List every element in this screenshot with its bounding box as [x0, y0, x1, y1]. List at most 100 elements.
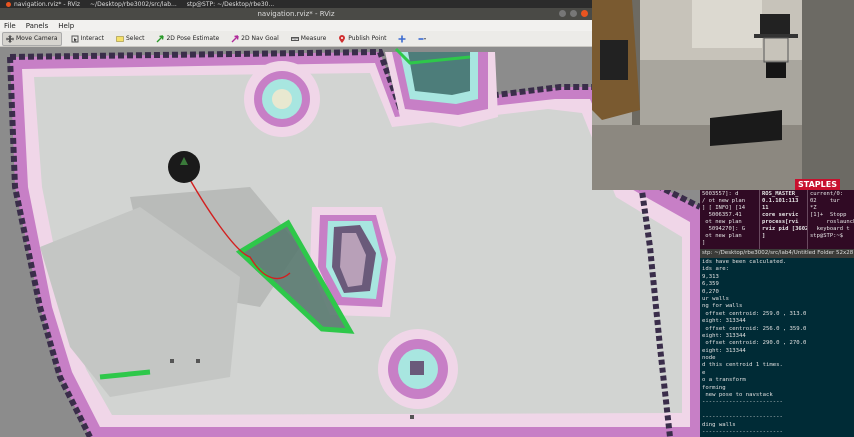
remove-tool-icon [418, 37, 427, 40]
camera-feed [592, 0, 854, 190]
taskbar-item-rviz[interactable]: navigation.rviz* - RViz [6, 1, 80, 8]
terminal-line: offset centroid: 290.0 , 270.0 [702, 340, 807, 347]
taskbar-item-files[interactable]: ~/Desktop/rbe3002/src/lab... [90, 1, 177, 8]
move-camera-tool[interactable]: Move Camera [2, 31, 62, 46]
terminal-line: [1]+ Stopp [810, 212, 847, 218]
terminal-line: o a transform [702, 377, 746, 384]
terminal-line: new pose to navstack [702, 392, 773, 399]
rviz-toolbar: Move Camera Interact Select 2D Pose Esti… [0, 31, 592, 47]
publish-point-tool[interactable]: Publish Point [335, 33, 389, 45]
terminal-top: 5003557]: d / ot new plan ] [ INFO] [14 … [700, 190, 854, 249]
terminal-line: 02 tur [810, 198, 840, 204]
terminal-line: rviz pid [3602 [762, 226, 808, 232]
taskbar-label: navigation.rviz* - RViz [14, 0, 81, 8]
ubuntu-icon [6, 1, 11, 7]
terminal-line: offset centroid: 259.0 , 313.0 [702, 310, 807, 317]
add-tool-button[interactable] [395, 33, 409, 45]
terminal-line: eight: 313344 [702, 332, 746, 339]
terminal-line: 5006357.41 [702, 212, 742, 218]
terminal-line: 0,270 [702, 288, 719, 295]
terminal-line: eight: 313344 [702, 318, 746, 325]
close-icon[interactable] [581, 10, 588, 17]
select-icon [115, 35, 124, 42]
map-point [410, 415, 414, 419]
terminal-line: core servic [762, 212, 799, 218]
terminal-line: ids have been calculated. [702, 259, 787, 265]
terminal-line: ding walls [702, 421, 736, 428]
menu-help[interactable]: Help [58, 22, 74, 30]
menu-bar: File Panels Help [0, 20, 592, 31]
menu-file[interactable]: File [4, 22, 16, 30]
terminal-line: 9,313 [702, 273, 719, 280]
terminal-line: ------------------------ [702, 414, 783, 421]
terminal-pane: ROS_MASTER_ 0.1.101:113 11 core servic p… [760, 190, 808, 249]
terminal-line: ] [ INFO] [14 [702, 205, 746, 211]
window-title: navigation.rviz* - RViz [257, 10, 335, 18]
terminal-line: ot new plan [702, 219, 742, 225]
tool-label: Move Camera [16, 35, 58, 42]
menu-panels[interactable]: Panels [26, 22, 49, 30]
terminal-line: ur walls [702, 295, 729, 302]
maximize-icon[interactable] [570, 10, 577, 17]
terminal-line: d this centroid 1 times. [702, 362, 783, 369]
laptop [760, 14, 790, 34]
tool-label: 2D Nav Goal [241, 35, 279, 42]
terminal-line: ng for walls [702, 303, 743, 310]
tool-label: Publish Point [348, 35, 387, 42]
obstacle-bottom [378, 329, 458, 409]
tool-label: Measure [300, 35, 327, 42]
terminal-title: stp: ~/Desktop/rbe3002/src/lab4/Untitled… [700, 249, 854, 258]
terminal-line: forming [702, 384, 726, 391]
turtlebot [766, 62, 786, 78]
pose-estimate-tool[interactable]: 2D Pose Estimate [153, 33, 222, 45]
tool-label: Select [125, 35, 145, 42]
map-point [196, 359, 200, 363]
measure-icon [290, 36, 299, 41]
pose-estimate-icon [156, 34, 165, 42]
terminal-line: 5003557]: d [702, 191, 739, 197]
interact-icon [71, 35, 79, 42]
publish-point-icon [339, 34, 346, 43]
terminal-pane: 5003557]: d / ot new plan ] [ INFO] [14 … [700, 190, 760, 249]
map-point [170, 359, 174, 363]
nav-goal-tool[interactable]: 2D Nav Goal [228, 33, 282, 45]
terminal-line: roslaunch [810, 219, 854, 225]
terminal-line: 11 [762, 205, 769, 211]
taskbar-label: ~/Desktop/rbe3002/src/lab... [90, 0, 177, 8]
terminal-line: *Z [810, 205, 817, 211]
staples-sign: STAPLES [795, 179, 840, 190]
camera-scene [592, 0, 854, 190]
terminal-line: ROS_MASTER_ [762, 191, 799, 197]
terminal-line: e [702, 369, 706, 376]
terminal-line: ot new plan [702, 233, 742, 239]
minimize-icon[interactable] [559, 10, 566, 17]
terminal-line: ids are: [702, 266, 729, 273]
terminal-line: ------------------------ [702, 428, 783, 435]
terminal-line: ------------------------ [702, 399, 783, 406]
obstacle-top [385, 47, 498, 127]
terminal-line: ] [762, 233, 766, 239]
measure-tool[interactable]: Measure [288, 33, 330, 45]
robot-marker [168, 151, 200, 183]
terminal-line: current/0: [810, 191, 844, 197]
terminal-line: process[rvi [762, 219, 799, 225]
taskbar-item-terminal[interactable]: stp@STP: ~/Desktop/rbe30... [187, 1, 274, 8]
terminal-line: offset centroid: 256.0 , 359.0 [702, 325, 807, 332]
terminal-line: eight: 313344 [702, 347, 746, 354]
tool-label: Interact [80, 35, 104, 42]
window-titlebar: navigation.rviz* - RViz [0, 8, 592, 20]
terminal-line: 5094270]: G [702, 226, 746, 232]
obstacle-round-top [244, 61, 320, 137]
terminal-line: ] [702, 240, 706, 246]
taskbar-label: stp@STP: ~/Desktop/rbe30... [186, 0, 275, 8]
tool-label: 2D Pose Estimate [166, 35, 220, 42]
interact-tool[interactable]: Interact [68, 33, 107, 45]
terminal-line: 6,359 [702, 281, 719, 288]
move-camera-icon [6, 34, 14, 43]
remove-tool-button[interactable] [415, 33, 429, 45]
select-tool[interactable]: Select [113, 33, 148, 45]
terminal-line: keyboard t [810, 226, 850, 232]
terminal-pane: current/0: 02 tur *Z [1]+ Stopp roslaunc… [808, 190, 854, 249]
terminal-bottom[interactable]: ids have been calculated. ids are: 9,313… [700, 258, 854, 437]
